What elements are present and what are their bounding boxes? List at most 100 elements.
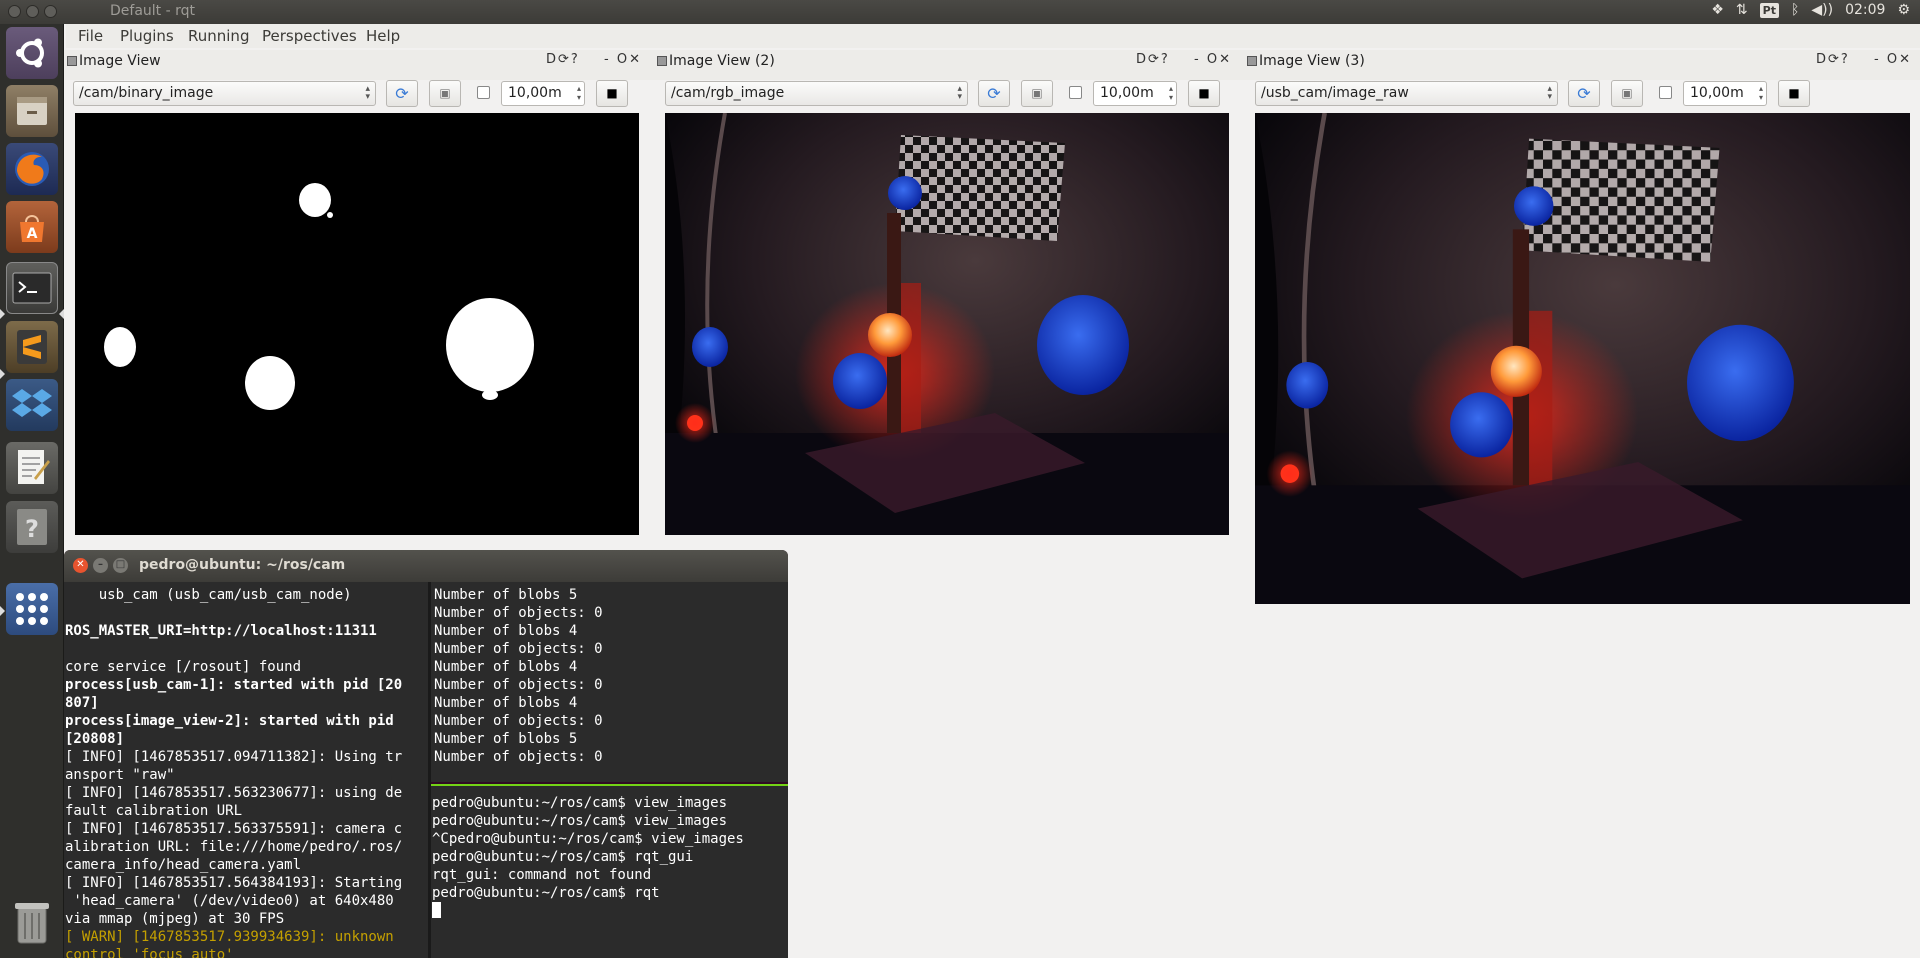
panel-icon (657, 56, 667, 66)
panel-title: Image View (3) (1259, 53, 1365, 69)
panel-icon (1247, 56, 1257, 66)
topic-combo[interactable]: /cam/binary_image ▴ ▾ (73, 81, 376, 106)
terminal-line: Number of blobs 4 (434, 659, 578, 675)
panel-help-controls[interactable]: D⟳? (1136, 52, 1170, 67)
menu-file[interactable]: File (78, 27, 103, 45)
terminal-line: pedro@ubuntu:~/ros/cam$ view_images (432, 795, 728, 811)
image-view-panel-1-header: Image View D⟳? - O✕ (64, 50, 654, 80)
maximize-icon[interactable]: □ (113, 558, 128, 573)
panel-window-controls[interactable]: - O✕ (1194, 52, 1232, 67)
refresh-icon[interactable]: ⟳ (978, 80, 1010, 107)
window-minimize-button[interactable] (26, 5, 39, 18)
fit-view-icon[interactable]: ■ (596, 80, 628, 107)
save-image-icon[interactable]: ▣ (1611, 80, 1643, 107)
top-panel: Default - rqt ❖ ⇅ Pt ᛒ ◀)) 02:09 ⚙ (0, 0, 1920, 24)
smooth-checkbox[interactable] (1659, 86, 1672, 99)
panel-window-controls[interactable]: - O✕ (1874, 52, 1912, 67)
window-maximize-button[interactable] (44, 5, 57, 18)
panel-title: Image View (2) (669, 53, 775, 69)
terminal-cursor (432, 902, 788, 920)
menu-running[interactable]: Running (188, 27, 249, 45)
terminal-line: usb_cam (usb_cam/usb_cam_node) (65, 587, 352, 603)
svg-text:A: A (27, 226, 38, 242)
binary-image-view (75, 113, 639, 535)
terminal-line: 'head_camera' (/dev/video0) at 640x480 (65, 893, 394, 909)
terminal-line: Number of blobs 4 (434, 695, 578, 711)
terminal-pane-right-bottom[interactable]: pedro@ubuntu:~/ros/cam$ view_imagespedro… (431, 784, 788, 958)
panel-window-controls[interactable]: - O✕ (604, 52, 642, 67)
terminal-icon[interactable] (6, 262, 58, 314)
terminal-line: pedro@ubuntu:~/ros/cam$ rqt (432, 885, 660, 901)
keyboard-layout-indicator[interactable]: Pt (1759, 2, 1779, 18)
save-image-icon[interactable]: ▣ (429, 80, 461, 107)
terminal-line: camera_info/head_camera.yaml (65, 857, 302, 873)
files-icon[interactable] (6, 85, 58, 137)
menu-help[interactable]: Help (366, 27, 400, 45)
terminal-line: pedro@ubuntu:~/ros/cam$ rqt_gui (432, 849, 694, 865)
minimize-icon[interactable]: – (93, 558, 108, 573)
dropbox-tray-icon[interactable]: ❖ (1711, 2, 1724, 18)
sublime-icon[interactable] (6, 321, 58, 373)
panel-help-controls[interactable]: D⟳? (1816, 52, 1850, 67)
zoom-spinbox[interactable]: 10,00m ▴ ▾ (501, 81, 585, 106)
terminal-line: [ INFO] [1467853517.563375591]: camera c (65, 821, 403, 837)
zoom-spinbox[interactable]: 10,00m ▴ ▾ (1093, 81, 1177, 106)
terminal-line: Number of blobs 4 (434, 623, 578, 639)
firefox-icon[interactable] (6, 143, 58, 195)
smooth-checkbox[interactable] (477, 86, 490, 99)
ubuntu-logo-icon[interactable] (6, 27, 58, 79)
trash-icon[interactable] (6, 896, 58, 948)
terminal-title: pedro@ubuntu: ~/ros/cam (139, 557, 346, 573)
text-editor-icon[interactable] (6, 442, 58, 494)
terminal-line: 807] (65, 695, 99, 711)
launcher-pip (59, 309, 64, 319)
image-view-panel-2-toolbar: /cam/rgb_image ▴ ▾ ⟳ ▣ 10,00m ▴ ▾ ■ (656, 80, 1246, 110)
clock[interactable]: 02:09 (1845, 2, 1885, 18)
topic-combo[interactable]: /usb_cam/image_raw ▴ ▾ (1255, 81, 1558, 106)
menu-plugins[interactable]: Plugins (120, 27, 174, 45)
network-icon[interactable]: ⇅ (1736, 2, 1748, 18)
launcher-pip (0, 606, 5, 616)
dropbox-icon[interactable] (6, 379, 58, 431)
panel-title: Image View (79, 53, 161, 69)
refresh-icon[interactable]: ⟳ (386, 80, 418, 107)
terminal-window[interactable]: ✕ – □ pedro@ubuntu: ~/ros/cam usb_cam (u… (64, 550, 788, 958)
image-view-panel-1-toolbar: /cam/binary_image ▴ ▾ ⟳ ▣ 10,00m ▴ ▾ ■ (64, 80, 654, 110)
launcher-pip (0, 369, 5, 379)
svg-text:?: ? (25, 515, 39, 543)
help-icon[interactable]: ? (6, 501, 58, 553)
launcher-pip (0, 309, 5, 319)
terminal-line: [ INFO] [1467853517.094711382]: Using tr (65, 749, 403, 765)
panel-help-controls[interactable]: D⟳? (546, 52, 580, 67)
terminal-line: Number of objects: 0 (434, 749, 603, 765)
fit-view-icon[interactable]: ■ (1188, 80, 1220, 107)
terminal-line: Number of blobs 5 (434, 587, 578, 603)
terminal-pane-right-top[interactable]: Number of blobs 5 Number of objects: 0 Num… (431, 582, 788, 782)
close-icon[interactable]: ✕ (73, 558, 88, 573)
fit-view-icon[interactable]: ■ (1778, 80, 1810, 107)
panel-icon (67, 56, 77, 66)
terminal-titlebar[interactable]: ✕ – □ pedro@ubuntu: ~/ros/cam (64, 550, 788, 582)
refresh-icon[interactable]: ⟳ (1568, 80, 1600, 107)
window-title: Default - rqt (110, 3, 195, 19)
terminal-line: [ WARN] [1467853517.939934639]: unknown (65, 929, 394, 945)
menu-bar: File Plugins Running Perspectives Help (66, 24, 1920, 48)
save-image-icon[interactable]: ▣ (1021, 80, 1053, 107)
terminal-pane-left[interactable]: usb_cam (usb_cam/usb_cam_node) ROS_MASTE… (64, 582, 428, 958)
terminal-line: alibration URL: file:///home/pedro/.ros/ (65, 839, 403, 855)
window-close-button[interactable] (8, 5, 21, 18)
topic-combo[interactable]: /cam/rgb_image ▴ ▾ (665, 81, 968, 106)
software-center-icon[interactable]: A (6, 201, 58, 253)
volume-icon[interactable]: ◀)) (1811, 2, 1833, 18)
terminal-line: process[usb_cam-1]: started with pid [20 (65, 677, 403, 693)
system-tray: ❖ ⇅ Pt ᛒ ◀)) 02:09 ⚙ (1711, 2, 1910, 18)
menu-perspectives[interactable]: Perspectives (262, 27, 357, 45)
bluetooth-icon[interactable]: ᛒ (1791, 2, 1799, 18)
zoom-spinbox[interactable]: 10,00m ▴ ▾ (1683, 81, 1767, 106)
smooth-checkbox[interactable] (1069, 86, 1082, 99)
terminal-line: ROS_MASTER_URI=http://localhost:11311 (65, 623, 377, 639)
workspaces-icon[interactable] (6, 583, 58, 635)
gear-icon[interactable]: ⚙ (1897, 2, 1910, 18)
rgb-image-view (665, 113, 1229, 535)
